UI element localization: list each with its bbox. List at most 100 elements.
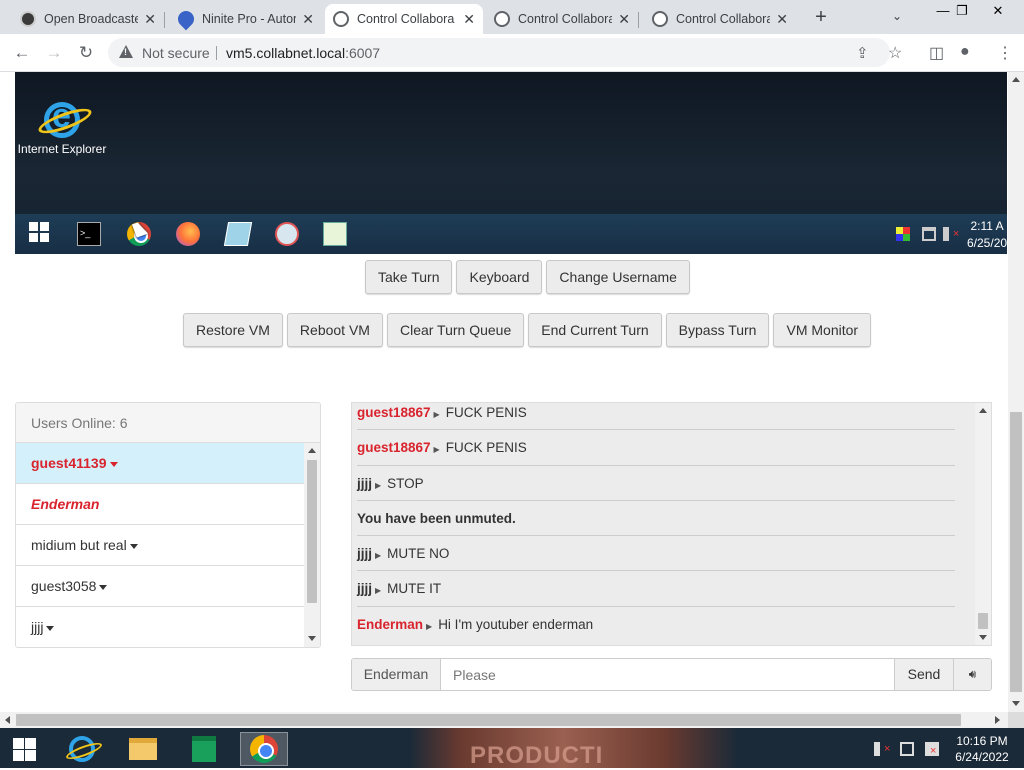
- chat-scrollbar[interactable]: [975, 403, 991, 645]
- desktop-shortcut-internet-explorer[interactable]: Internet Explorer: [17, 97, 107, 156]
- volume-icon[interactable]: 🔊︎: [953, 659, 991, 690]
- restore-icon[interactable]: ❐: [944, 0, 980, 24]
- keyboard-button[interactable]: Keyboard: [456, 260, 543, 294]
- user-list: guest41139 Enderman midium but real gues…: [16, 443, 304, 647]
- volume-muted-icon[interactable]: [943, 227, 959, 241]
- scroll-up-arrow-icon[interactable]: [979, 408, 987, 413]
- page-vertical-scrollbar[interactable]: [1008, 72, 1024, 712]
- reload-icon[interactable]: ↻: [76, 43, 96, 63]
- internet-explorer-icon[interactable]: [58, 732, 106, 766]
- tab-open-broadcaster[interactable]: Open Broadcaster ✕: [12, 4, 165, 34]
- scroll-up-arrow-icon[interactable]: [308, 448, 316, 453]
- back-arrow-icon[interactable]: ←: [12, 43, 32, 63]
- triangle-right-icon: ▶: [375, 551, 382, 561]
- paint-icon[interactable]: [275, 222, 299, 246]
- address-bar[interactable]: Not secure vm5.collabnet.local:6007 ⇪: [108, 38, 890, 67]
- scroll-down-arrow-icon[interactable]: [1012, 701, 1020, 706]
- close-tab-icon[interactable]: ✕: [776, 11, 788, 28]
- chrome-icon[interactable]: [240, 732, 288, 766]
- send-button[interactable]: Send: [894, 659, 953, 690]
- user-list-item[interactable]: guest3058: [16, 566, 304, 607]
- bypass-turn-button[interactable]: Bypass Turn: [665, 313, 770, 347]
- globe-icon: [333, 11, 349, 27]
- scroll-down-arrow-icon[interactable]: [979, 635, 987, 640]
- vm-clock[interactable]: 2:11 A 6/25/20: [967, 218, 1007, 252]
- caret-down-icon: [46, 625, 55, 631]
- url-text[interactable]: vm5.collabnet.local:6007: [226, 45, 380, 61]
- scrollbar-thumb[interactable]: [307, 460, 317, 603]
- close-tab-icon[interactable]: ✕: [618, 11, 630, 28]
- page-horizontal-scrollbar[interactable]: [0, 712, 1008, 728]
- change-username-button[interactable]: Change Username: [546, 260, 690, 294]
- scroll-right-arrow-icon[interactable]: [995, 716, 1000, 724]
- end-current-turn-button[interactable]: End Current Turn: [528, 313, 662, 347]
- tab-search-chevron-icon[interactable]: ⌄: [892, 9, 902, 23]
- user-list-item[interactable]: guest41139: [16, 443, 304, 484]
- scrollbar-thumb[interactable]: [16, 714, 961, 726]
- tab-control-collabora-3[interactable]: Control Collabora ✕: [644, 4, 796, 34]
- close-tab-icon[interactable]: ✕: [302, 11, 314, 28]
- page-viewport: Internet Explorer >_ 2:11 A 6/25/20 Take…: [0, 72, 1008, 712]
- forward-arrow-icon[interactable]: →: [44, 43, 64, 63]
- triangle-right-icon: ▶: [375, 480, 382, 490]
- windows-start-icon[interactable]: [0, 732, 48, 766]
- close-window-icon[interactable]: ✕: [980, 0, 1016, 24]
- desktop-icon-label: Internet Explorer: [17, 142, 107, 156]
- tab-title: Control Collabora: [518, 12, 613, 26]
- clear-turn-queue-button[interactable]: Clear Turn Queue: [386, 313, 525, 347]
- network-icon[interactable]: [922, 227, 936, 241]
- store-icon[interactable]: [180, 732, 228, 766]
- chat-message-input[interactable]: [441, 659, 894, 690]
- close-tab-icon[interactable]: ✕: [144, 11, 156, 28]
- bookmark-star-icon[interactable]: ☆: [888, 43, 902, 63]
- tab-control-collabora-2[interactable]: Control Collabora ✕: [486, 4, 639, 34]
- new-tab-button[interactable]: +: [810, 6, 832, 28]
- chat-message-list: guest18867 ▶ FUCK PENIS guest18867 ▶ FUCK PE…: [352, 403, 975, 645]
- vm-taskbar: >_ 2:11 A 6/25/20: [15, 214, 1007, 254]
- vm-monitor-button[interactable]: VM Monitor: [773, 313, 872, 347]
- users-online-count: Users Online: 6: [16, 403, 320, 443]
- volume-muted-icon[interactable]: [874, 742, 890, 756]
- scroll-left-arrow-icon[interactable]: [5, 716, 10, 724]
- system-clock[interactable]: 10:16 PM 6/24/2022: [950, 733, 1014, 765]
- user-list-item[interactable]: jjjj: [16, 607, 304, 647]
- take-turn-button[interactable]: Take Turn: [365, 260, 453, 294]
- chat-message: guest18867 ▶ FUCK PENIS: [357, 403, 955, 431]
- windows-start-icon[interactable]: [29, 222, 53, 246]
- share-icon[interactable]: ⇪: [856, 44, 869, 62]
- user-list-scrollbar[interactable]: [304, 443, 320, 647]
- browser-toolbar: ← → ↻ Not secure vm5.collabnet.local:600…: [0, 34, 1024, 72]
- scroll-down-arrow-icon[interactable]: [308, 636, 316, 641]
- menu-kebab-icon[interactable]: ⋮: [997, 43, 1013, 63]
- scrollbar-thumb[interactable]: [1010, 412, 1022, 692]
- notepad-icon[interactable]: [223, 222, 253, 246]
- side-panel-icon[interactable]: ◫: [929, 43, 944, 63]
- tab-title: Open Broadcaster: [44, 12, 139, 26]
- chat-message: jjjj ▶ STOP: [357, 466, 955, 501]
- action-center-flag-icon[interactable]: [925, 742, 939, 756]
- color-flag-icon[interactable]: [896, 227, 910, 241]
- network-icon[interactable]: [900, 742, 914, 756]
- globe-icon: [652, 11, 668, 27]
- profile-avatar-icon[interactable]: ●: [960, 43, 970, 61]
- file-explorer-icon[interactable]: [119, 732, 167, 766]
- firefox-icon[interactable]: [176, 222, 200, 246]
- user-list-item[interactable]: Enderman: [16, 484, 304, 525]
- restore-vm-button[interactable]: Restore VM: [183, 313, 283, 347]
- scroll-up-arrow-icon[interactable]: [1012, 77, 1020, 82]
- scrollbar-thumb[interactable]: [978, 613, 988, 629]
- terminal-icon[interactable]: >_: [77, 222, 101, 246]
- tab-control-collabora-active[interactable]: Control Collabora ✕: [325, 4, 483, 34]
- warning-icon[interactable]: [119, 45, 133, 58]
- tab-ninite[interactable]: Ninite Pro - Autom ✕: [170, 4, 322, 34]
- chat-message: guest18867 ▶ FUCK PENIS: [357, 430, 955, 466]
- user-list-item[interactable]: midium but real: [16, 525, 304, 566]
- vm-display[interactable]: Internet Explorer >_ 2:11 A 6/25/20: [15, 72, 1007, 254]
- triangle-right-icon: ▶: [433, 410, 440, 419]
- reboot-vm-button[interactable]: Reboot VM: [286, 313, 383, 347]
- users-online-panel: Users Online: 6 guest41139 Enderman midi…: [15, 402, 321, 648]
- security-status[interactable]: Not secure: [142, 45, 210, 61]
- close-tab-icon[interactable]: ✕: [463, 11, 475, 28]
- chart-icon[interactable]: [323, 222, 347, 246]
- browser-tab-strip: Open Broadcaster ✕ Ninite Pro - Autom ✕ …: [0, 0, 1024, 34]
